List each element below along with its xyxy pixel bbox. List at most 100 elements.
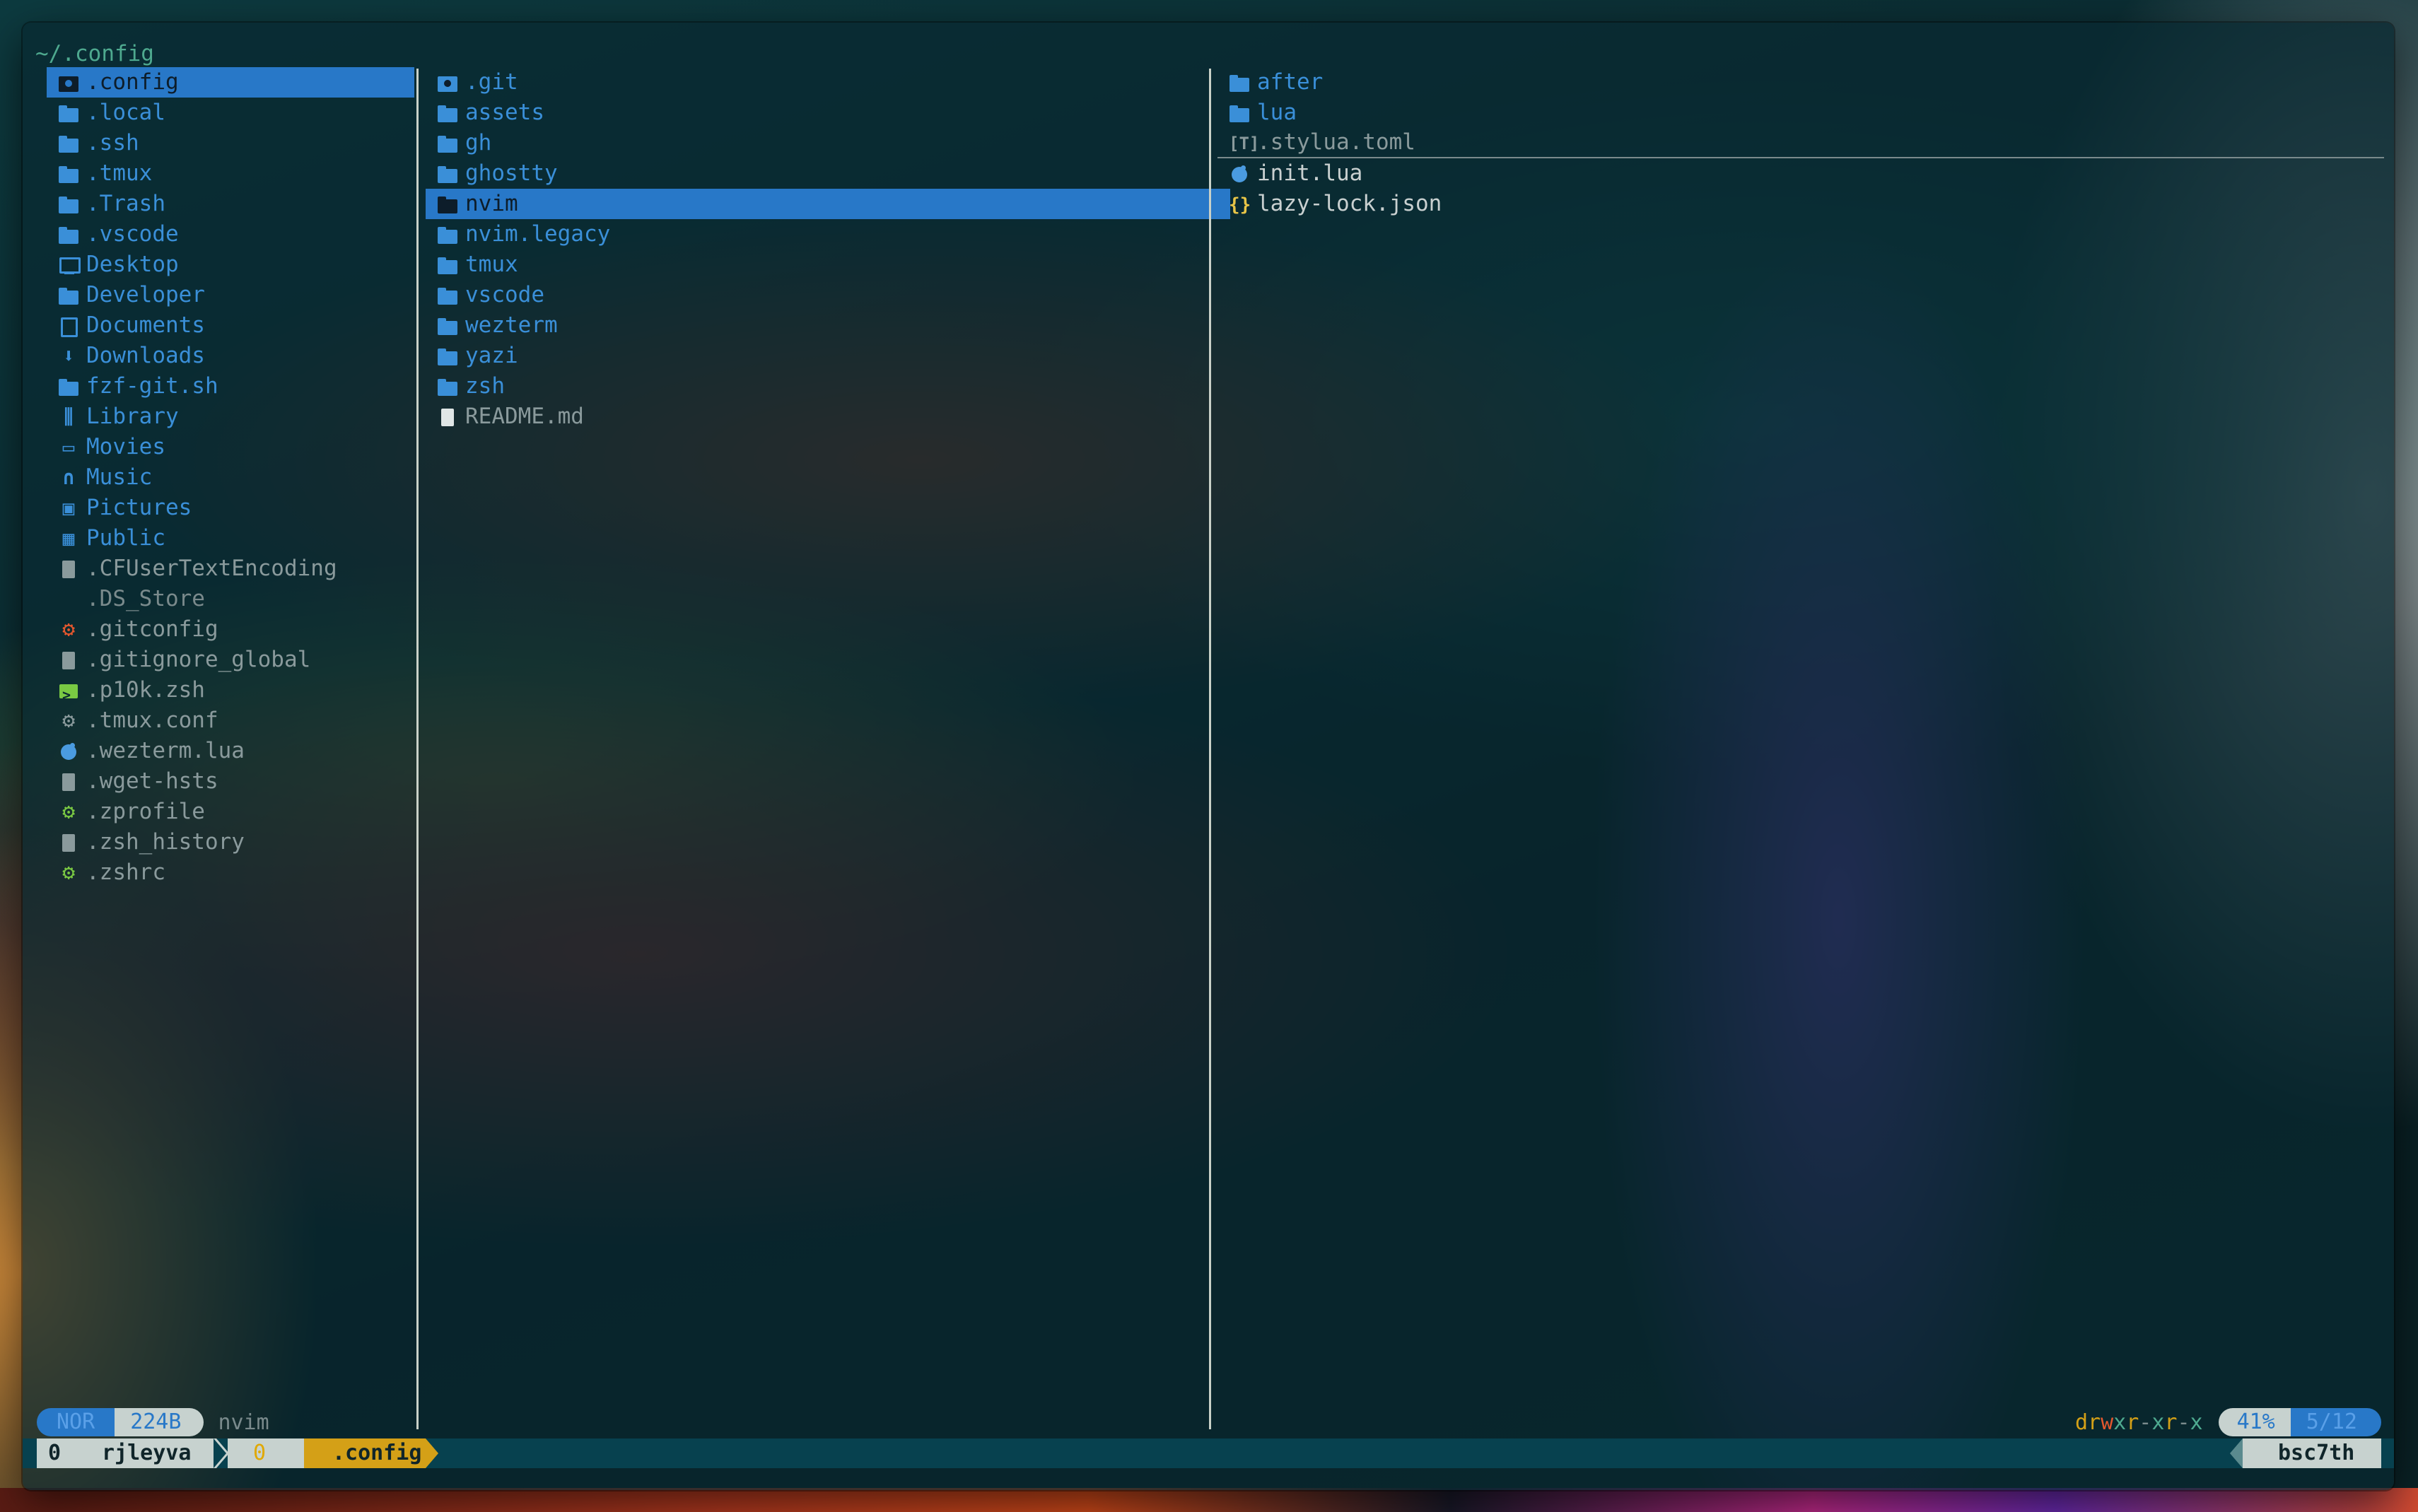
file-name: .tmux bbox=[86, 160, 153, 186]
file-entry[interactable]: .local bbox=[47, 98, 414, 128]
video-icon: ▭ bbox=[62, 435, 75, 459]
file-entry[interactable]: wezterm bbox=[426, 310, 1230, 341]
file-entry[interactable]: [T] .stylua.toml bbox=[1217, 128, 2384, 158]
permission-char: d bbox=[2074, 1410, 2088, 1435]
file-name: .p10k.zsh bbox=[86, 677, 205, 703]
file-entry[interactable]: .ssh bbox=[47, 128, 414, 158]
status-right: drwxr-xr-x 41% 5/12 bbox=[2075, 1408, 2381, 1436]
monitor-icon bbox=[58, 254, 81, 276]
file-name: Music bbox=[86, 464, 153, 490]
file-entry[interactable]: after bbox=[1217, 67, 2384, 98]
file-entry[interactable]: tmux bbox=[426, 250, 1230, 280]
file-entry[interactable]: init.lua bbox=[1217, 158, 2384, 189]
file-entry[interactable]: ⬇ Downloads bbox=[47, 341, 414, 371]
building-icon: ▦ bbox=[62, 526, 75, 550]
folder-icon bbox=[58, 133, 79, 154]
folder-icon bbox=[58, 194, 79, 215]
file-name: nvim.legacy bbox=[465, 221, 611, 247]
file-entry[interactable]: .tmux bbox=[47, 158, 414, 189]
file-entry[interactable]: gh bbox=[426, 128, 1230, 158]
permission-char: x bbox=[2151, 1410, 2165, 1435]
file-name: .CFUserTextEncoding bbox=[86, 556, 337, 581]
file-entry[interactable]: .vscode bbox=[47, 219, 414, 250]
file-entry[interactable]: vscode bbox=[426, 280, 1230, 310]
file-entry[interactable]: .wezterm.lua bbox=[47, 736, 414, 766]
file-entry[interactable]: ⫼ Library bbox=[47, 402, 414, 432]
file-entry[interactable]: Desktop bbox=[47, 250, 414, 280]
column-separator bbox=[1209, 69, 1211, 1429]
folder-icon bbox=[437, 346, 458, 367]
window-index[interactable]: 0 bbox=[228, 1438, 304, 1468]
file-icon bbox=[58, 771, 79, 792]
file-entry[interactable]: .CFUserTextEncoding bbox=[47, 553, 414, 584]
file-entry[interactable]: .zsh_history bbox=[47, 827, 414, 857]
file-entry[interactable]: ∩ Music bbox=[47, 462, 414, 493]
scroll-percent: 41% bbox=[2218, 1408, 2291, 1436]
folder-icon bbox=[58, 285, 79, 306]
folder-icon bbox=[437, 285, 458, 306]
session-user: rjleyva bbox=[76, 1438, 216, 1468]
file-icon bbox=[58, 650, 79, 671]
file-entry[interactable]: .git bbox=[426, 67, 1230, 98]
file-entry[interactable]: fzf-git.sh bbox=[47, 371, 414, 402]
file-entry[interactable]: nvim bbox=[426, 189, 1230, 219]
folder-icon bbox=[437, 224, 458, 245]
file-name: .git bbox=[465, 69, 518, 95]
file-name: .config bbox=[86, 69, 179, 95]
file-name: lazy-lock.json bbox=[1257, 191, 1442, 216]
file-entry[interactable]: .wget-hsts bbox=[47, 766, 414, 797]
file-entry[interactable]: yazi bbox=[426, 341, 1230, 371]
size-badge: 224B bbox=[115, 1408, 204, 1436]
file-entry[interactable]: .p10k.zsh bbox=[47, 675, 414, 710]
file-name: .wget-hsts bbox=[86, 768, 218, 794]
folder-icon bbox=[437, 376, 458, 397]
file-entry[interactable]: ▦ Public bbox=[47, 523, 414, 553]
permission-char: r bbox=[2088, 1410, 2101, 1435]
file-name: Developer bbox=[86, 282, 205, 307]
file-entry[interactable]: zsh bbox=[426, 371, 1230, 402]
file-entry[interactable]: ▣ Pictures bbox=[47, 493, 414, 523]
file-entry[interactable]: Documents bbox=[47, 310, 414, 341]
session-index[interactable]: 0 bbox=[37, 1438, 76, 1468]
file-name: ghostty bbox=[465, 160, 558, 186]
file-name: Downloads bbox=[86, 343, 205, 368]
folder-icon bbox=[437, 194, 458, 215]
download-icon: ⬇ bbox=[62, 344, 75, 368]
file-entry[interactable]: {} lazy-lock.json bbox=[1217, 189, 2384, 219]
file-entry[interactable]: ⚙ .zshrc bbox=[47, 857, 414, 888]
git-folder-icon bbox=[58, 72, 79, 93]
file-entry[interactable]: README.md bbox=[426, 402, 1230, 432]
file-entry[interactable]: ⚙ .gitconfig bbox=[47, 614, 414, 645]
terminal-icon bbox=[58, 680, 79, 710]
blank-icon bbox=[58, 589, 79, 610]
git-folder-icon bbox=[437, 72, 458, 93]
folder-icon bbox=[437, 254, 458, 276]
file-name: .zsh_history bbox=[86, 829, 245, 855]
file-name: lua bbox=[1257, 100, 1297, 125]
file-entry[interactable]: ⚙ .tmux.conf bbox=[47, 705, 414, 736]
file-entry[interactable]: .gitignore_global bbox=[47, 645, 414, 675]
file-entry[interactable]: lua bbox=[1217, 98, 2384, 128]
folder-icon bbox=[58, 376, 79, 397]
lua-icon bbox=[58, 741, 79, 762]
file-entry[interactable]: assets bbox=[426, 98, 1230, 128]
file-entry[interactable]: .config bbox=[47, 67, 414, 98]
folder-icon bbox=[437, 163, 458, 184]
file-name: README.md bbox=[465, 404, 584, 429]
permission-char: r bbox=[2126, 1410, 2139, 1435]
window-name[interactable]: .config bbox=[304, 1438, 426, 1468]
file-entry[interactable]: .Trash bbox=[47, 189, 414, 219]
gear-icon: ⚙ bbox=[62, 860, 76, 885]
file-entry[interactable]: ⚙ .zprofile bbox=[47, 797, 414, 827]
preview-column: after lua [T] .stylua.toml init.lua{} lazy-lo… bbox=[1217, 67, 2384, 1430]
file-name: Movies bbox=[86, 434, 165, 459]
file-entry[interactable]: ▭ Movies bbox=[47, 432, 414, 462]
file-name: .vscode bbox=[86, 221, 179, 247]
file-entry[interactable]: Developer bbox=[47, 280, 414, 310]
file-entry[interactable]: nvim.legacy bbox=[426, 219, 1230, 250]
file-name: zsh bbox=[465, 373, 505, 399]
file-entry[interactable]: .DS_Store bbox=[47, 584, 414, 614]
powerline-separator bbox=[2230, 1438, 2243, 1468]
file-name: .zshrc bbox=[86, 860, 165, 885]
file-entry[interactable]: ghostty bbox=[426, 158, 1230, 189]
